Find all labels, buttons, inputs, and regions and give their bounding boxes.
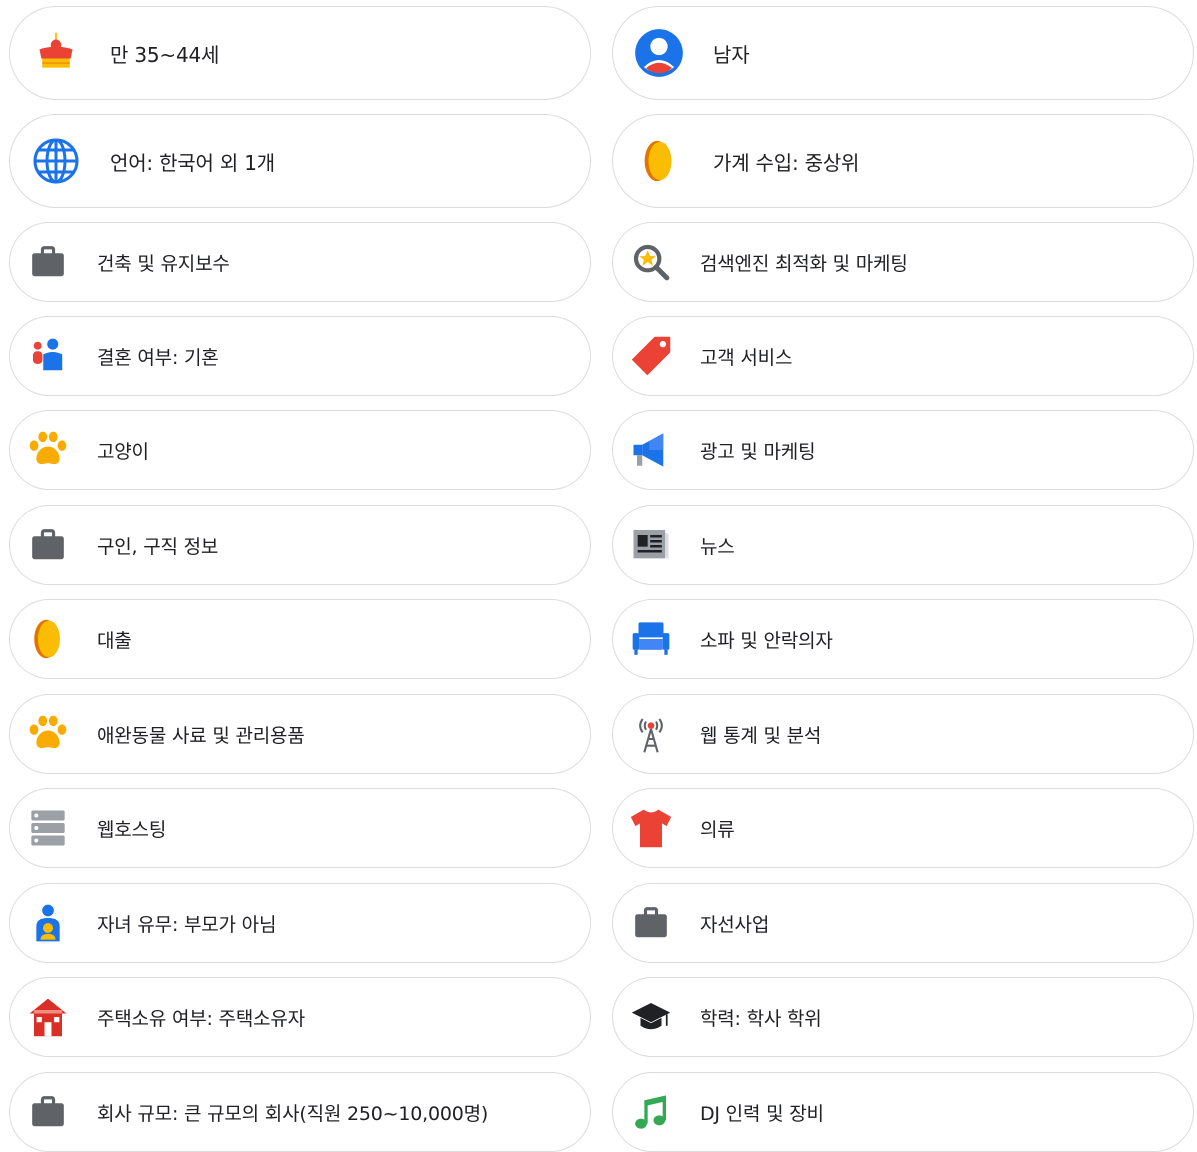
house-icon [26, 995, 70, 1039]
insight-chip-label: 남자 [713, 42, 750, 67]
insight-chip-label: 건축 및 유지보수 [97, 252, 230, 275]
t-shirt-icon [629, 806, 673, 850]
price-tag-icon [629, 334, 673, 378]
insight-chip-label: 대출 [97, 629, 132, 652]
insight-chip-label: 가계 수입: 중상위 [713, 150, 860, 175]
insight-chip-label: 웹 통계 및 분석 [700, 724, 822, 747]
insight-chip-label: 고객 서비스 [700, 346, 793, 369]
insight-chip-seo[interactable]: 검색엔진 최적화 및 마케팅 [612, 222, 1194, 302]
insight-chip-customer-service[interactable]: 고객 서비스 [612, 316, 1194, 396]
insight-chip-construction[interactable]: 건축 및 유지보수 [9, 222, 591, 302]
insight-chip-pet-food[interactable]: 애완동물 사료 및 관리용품 [9, 694, 591, 774]
insight-chip-news[interactable]: 뉴스 [612, 505, 1194, 585]
graduation-cap-icon [629, 995, 673, 1039]
insight-chip-label: 학력: 학사 학위 [700, 1007, 822, 1030]
insight-chip-label: 구인, 구직 정보 [97, 535, 219, 558]
insight-chip-education[interactable]: 학력: 학사 학위 [612, 977, 1194, 1057]
insight-chip-label: 회사 규모: 큰 규모의 회사(직원 250~10,000명) [97, 1102, 489, 1125]
insight-chip-children[interactable]: 자녀 유무: 부모가 아님 [9, 883, 591, 963]
insight-chip-label: 주택소유 여부: 주택소유자 [97, 1007, 305, 1030]
insight-chip-label: 광고 및 마케팅 [700, 440, 816, 463]
coin-icon [633, 135, 685, 187]
briefcase-icon [26, 523, 70, 567]
briefcase-icon [629, 901, 673, 945]
insight-chip-company-size[interactable]: 회사 규모: 큰 규모의 회사(직원 250~10,000명) [9, 1072, 591, 1152]
insight-chip-label: 의류 [700, 818, 735, 841]
insight-chip-income[interactable]: 가계 수입: 중상위 [612, 114, 1194, 208]
server-icon [26, 806, 70, 850]
newspaper-icon [629, 523, 673, 567]
insight-chip-jobs[interactable]: 구인, 구직 정보 [9, 505, 591, 585]
insight-chip-cats[interactable]: 고양이 [9, 410, 591, 490]
insight-chip-label: 검색엔진 최적화 및 마케팅 [700, 252, 908, 275]
insight-chip-label: 결혼 여부: 기혼 [97, 346, 219, 369]
insight-chip-label: 뉴스 [700, 535, 735, 558]
insight-chip-label: 자선사업 [700, 913, 770, 936]
insight-chip-label: 만 35~44세 [110, 42, 220, 67]
paw-icon [26, 712, 70, 756]
insight-chip-age[interactable]: 만 35~44세 [9, 6, 591, 100]
insight-chip-language[interactable]: 언어: 한국어 외 1개 [9, 114, 591, 208]
insight-chip-label: 언어: 한국어 외 1개 [110, 150, 275, 175]
insight-chip-marital[interactable]: 결혼 여부: 기혼 [9, 316, 591, 396]
magnifier-star-icon [629, 240, 673, 284]
insight-chip-apparel[interactable]: 의류 [612, 788, 1194, 868]
briefcase-icon [26, 240, 70, 284]
account-circle-icon [633, 27, 685, 79]
megaphone-icon [629, 428, 673, 472]
insight-chip-label: 웹호스팅 [97, 818, 167, 841]
person-child-icon [26, 901, 70, 945]
insight-chip-label: 자녀 유무: 부모가 아님 [97, 913, 277, 936]
insight-chip-label: DJ 인력 및 장비 [700, 1102, 824, 1125]
insight-chip-charity[interactable]: 자선사업 [612, 883, 1194, 963]
armchair-icon [629, 617, 673, 661]
insight-chip-loans[interactable]: 대출 [9, 599, 591, 679]
couple-icon [26, 334, 70, 378]
paw-icon [26, 428, 70, 472]
insight-chip-sofas[interactable]: 소파 및 안락의자 [612, 599, 1194, 679]
insight-chip-web-stats[interactable]: 웹 통계 및 분석 [612, 694, 1194, 774]
insight-chip-advertising[interactable]: 광고 및 마케팅 [612, 410, 1194, 490]
insight-chip-label: 소파 및 안락의자 [700, 629, 833, 652]
insight-chip-label: 고양이 [97, 440, 149, 463]
coin-icon [26, 617, 70, 661]
birthday-cake-icon [30, 27, 82, 79]
insight-chip-gender[interactable]: 남자 [612, 6, 1194, 100]
insight-chip-homeownership[interactable]: 주택소유 여부: 주택소유자 [9, 977, 591, 1057]
insight-chip-web-hosting[interactable]: 웹호스팅 [9, 788, 591, 868]
music-note-icon [629, 1090, 673, 1134]
briefcase-icon [26, 1090, 70, 1134]
insight-chip-label: 애완동물 사료 및 관리용품 [97, 724, 305, 747]
insight-chip-dj[interactable]: DJ 인력 및 장비 [612, 1072, 1194, 1152]
globe-icon [30, 135, 82, 187]
antenna-icon [629, 712, 673, 756]
